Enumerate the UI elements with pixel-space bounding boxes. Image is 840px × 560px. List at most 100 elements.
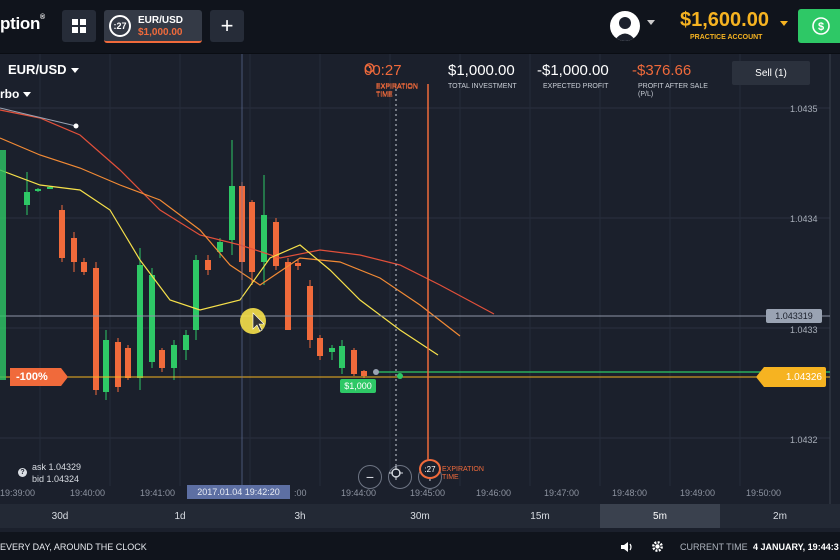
time-tick: :00 <box>294 488 307 498</box>
current-point <box>397 373 403 379</box>
chart-grid <box>0 54 831 506</box>
candle-body <box>261 215 267 262</box>
strike-marker <box>373 369 379 375</box>
profit-after-sale-value: -$376.66 <box>632 62 692 79</box>
candles-layer <box>24 140 367 400</box>
expiration-time-marker: EXPIRATION TIME <box>442 466 484 481</box>
period-1d[interactable]: 1d <box>120 504 240 528</box>
candle-body <box>205 260 211 270</box>
candle-body <box>149 275 155 362</box>
moving-average-red-line <box>0 109 495 315</box>
add-asset-button[interactable]: + <box>210 10 244 42</box>
zoom-out-button[interactable]: − <box>358 465 382 489</box>
clock-icon <box>364 63 375 73</box>
ask-price: ask 1.04329 <box>32 462 82 472</box>
candle-body <box>317 338 323 356</box>
sound-icon[interactable] <box>620 541 634 553</box>
period-3h[interactable]: 3h <box>240 504 360 528</box>
price-label: 1.0434 <box>790 214 818 224</box>
period-selector: 30d 1d 3h 30m 15m 5m 2m <box>0 504 840 528</box>
candle-body <box>229 186 235 240</box>
asset-tab-pair: EUR/USD <box>138 15 184 26</box>
return-percent-tag: -100% <box>10 368 68 386</box>
chevron-down-icon <box>23 92 32 98</box>
cursor-time-label: 2017.01.04 19:42:20 <box>187 485 290 499</box>
candle-body <box>295 263 301 266</box>
center-chart-button[interactable] <box>388 465 412 489</box>
current-price-tag: 1.043319 <box>766 309 822 323</box>
chart-canvas[interactable] <box>0 54 840 506</box>
avatar[interactable] <box>610 11 640 41</box>
period-2m[interactable]: 2m <box>720 504 840 528</box>
total-investment-stat: $1,000.00 TOTAL INVESTMENT <box>448 62 517 91</box>
profit-after-sale-stat: -$376.66 PROFIT AFTER SALE (P/L) <box>632 62 708 99</box>
period-30d[interactable]: 30d <box>0 504 120 528</box>
left-edge-strip <box>0 150 6 380</box>
candle-body <box>329 348 335 352</box>
bid-price: bid 1.04324 <box>32 474 80 484</box>
pair-selector[interactable]: EUR/USD <box>8 62 79 77</box>
chevron-down-icon <box>70 68 79 74</box>
strike-price-tag: 1.04326 <box>756 367 826 387</box>
period-5m[interactable]: 5m <box>600 504 720 528</box>
time-tick: 19:48:00 <box>612 488 648 498</box>
candle-body <box>285 262 291 330</box>
chevron-down-icon[interactable] <box>647 20 655 25</box>
trade-amount-chip[interactable]: $1,000 <box>340 379 376 393</box>
time-tick: 19:39:00 <box>0 488 36 498</box>
current-time-label: CURRENT TIME <box>680 542 748 552</box>
assets-grid-button[interactable] <box>62 10 96 42</box>
sell-button[interactable]: Sell (1) <box>732 61 810 85</box>
expiration-time-marker: EXPIRATION TIME <box>376 84 418 99</box>
candle-body <box>35 189 41 191</box>
gear-icon[interactable] <box>651 540 664 553</box>
price-label: 1.0433 <box>790 325 818 335</box>
candle-body <box>71 238 77 262</box>
option-type-selector[interactable]: rbo <box>0 87 32 101</box>
grid-icon <box>72 19 86 33</box>
candle-body <box>125 348 131 378</box>
candle-body <box>171 345 177 368</box>
candle-body <box>47 187 53 189</box>
expiry-timer-icon: :27 <box>109 15 131 37</box>
profit-after-sale-label: PROFIT AFTER SALE (P/L) <box>638 83 708 98</box>
info-icon[interactable]: ? <box>18 468 27 477</box>
footer-bar: EVERY DAY, AROUND THE CLOCK CURRENT TIME… <box>0 532 840 560</box>
moving-average-yellow-line <box>0 169 439 356</box>
asset-tab-eurusd[interactable]: :27 EUR/USD $1,000.00 <box>104 10 202 43</box>
candle-body <box>24 192 30 205</box>
ask-bid-readout: ask 1.04329 bid 1.04324 <box>32 461 81 485</box>
balance-amount[interactable]: $1,600.00 <box>680 9 769 32</box>
price-label: 1.0435 <box>790 104 818 114</box>
candle-body <box>159 350 165 368</box>
time-tick: 19:41:00 <box>140 488 176 498</box>
time-tick: 19:44:00 <box>341 488 377 498</box>
asset-tab-amount: $1,000.00 <box>138 27 183 38</box>
period-30m[interactable]: 30m <box>360 504 480 528</box>
candle-body <box>183 335 189 350</box>
current-time-value: 4 JANUARY, 19:44:3 <box>753 542 839 552</box>
expiry-badge: :27 <box>419 459 441 479</box>
logo: ption® <box>0 14 45 33</box>
time-tick: 19:46:00 <box>476 488 512 498</box>
price-label: 1.0432 <box>790 435 818 445</box>
time-tick: 19:50:00 <box>746 488 782 498</box>
time-tick: 19:40:00 <box>70 488 106 498</box>
period-15m[interactable]: 15m <box>480 504 600 528</box>
deposit-button[interactable]: $ <box>798 9 840 43</box>
chevron-down-icon[interactable] <box>780 21 788 26</box>
candle-body <box>103 340 109 392</box>
candle-body <box>59 210 65 258</box>
money-icon: $ <box>812 17 830 35</box>
expected-profit-value: -$1,000.00 <box>537 62 609 79</box>
candle-body <box>81 262 87 272</box>
price-chart[interactable]: EUR/USD rbo 00:27 EXPIRATION TIME $1,000… <box>0 54 840 506</box>
user-icon <box>614 17 636 41</box>
candle-body <box>193 260 199 330</box>
candle-body <box>361 371 367 376</box>
account-type-label: PRACTICE ACCOUNT <box>690 34 763 41</box>
candle-body <box>137 265 143 378</box>
footer-slogan: EVERY DAY, AROUND THE CLOCK <box>0 542 147 552</box>
trend-line <box>0 107 77 127</box>
total-investment-label: TOTAL INVESTMENT <box>448 83 517 90</box>
